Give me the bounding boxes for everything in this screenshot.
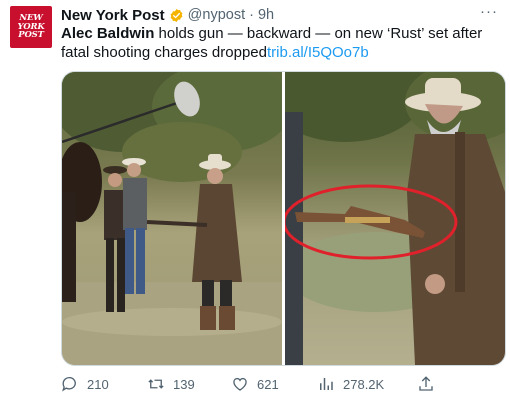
tweet-bold-subject: Alec Baldwin xyxy=(61,25,155,42)
photo-left[interactable] xyxy=(62,72,282,365)
retweet-icon xyxy=(148,379,164,389)
heart-icon xyxy=(233,377,247,391)
action-bar: 210 139 621 278.2K xyxy=(61,372,491,396)
reply-button[interactable]: 210 xyxy=(61,375,109,393)
tweet-header: New York Post @nypost · 9h ··· xyxy=(61,3,500,25)
views-icon xyxy=(320,378,333,390)
separator: · xyxy=(249,7,254,23)
reply-count: 210 xyxy=(87,376,109,392)
verified-badge-icon xyxy=(170,8,183,22)
media-grid xyxy=(61,71,506,366)
like-button[interactable]: 621 xyxy=(231,375,279,393)
more-options-icon[interactable]: ··· xyxy=(480,3,498,20)
tweet-link[interactable]: trib.al/I5QOo7b xyxy=(267,44,369,61)
reply-icon xyxy=(62,376,76,392)
share-button[interactable] xyxy=(417,375,443,393)
account-name[interactable]: New York Post xyxy=(61,7,165,24)
share-icon xyxy=(419,376,433,391)
photo-right[interactable] xyxy=(285,72,505,365)
tweet-text: Alec Baldwin holds gun — backward — on n… xyxy=(61,24,501,62)
timestamp[interactable]: 9h xyxy=(258,7,274,23)
avatar-logo[interactable]: NEW YORK POST xyxy=(10,6,52,48)
views-button[interactable]: 278.2K xyxy=(317,375,384,393)
photo-left-illustration xyxy=(62,72,282,365)
account-handle[interactable]: @nypost xyxy=(188,7,245,23)
retweet-button[interactable]: 139 xyxy=(147,375,195,393)
retweet-count: 139 xyxy=(173,376,195,392)
like-count: 621 xyxy=(257,376,279,392)
photo-right-illustration xyxy=(285,72,505,365)
views-count: 278.2K xyxy=(343,376,385,392)
logo-line-3: POST xyxy=(18,30,44,41)
